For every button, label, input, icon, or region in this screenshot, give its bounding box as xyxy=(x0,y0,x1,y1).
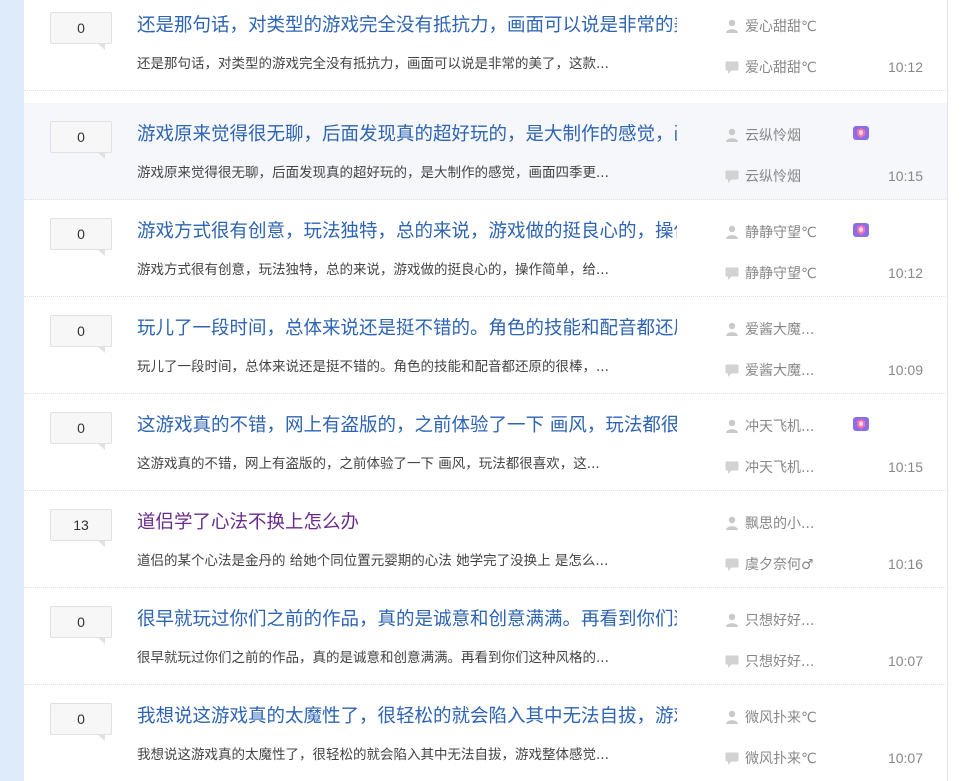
thread-abstract: 玩儿了一段时间，总体来说还是挺不错的。角色的技能和配音都还原的很棒，... xyxy=(137,359,609,375)
last-replier-link[interactable]: 微风扑来℃ xyxy=(745,748,817,768)
comment-icon xyxy=(725,558,739,571)
last-reply: 微风扑来℃ xyxy=(724,748,817,768)
author-name-link[interactable]: 爱酱大魔... xyxy=(745,319,814,339)
thread-author: 爱心甜甜℃ xyxy=(724,16,817,36)
user-icon xyxy=(726,419,738,433)
reply-count-badge: 13 xyxy=(50,509,112,547)
last-replier-link[interactable]: 只想好好... xyxy=(745,651,814,671)
last-reply: 静静守望℃ xyxy=(724,263,817,283)
last-reply: 冲天飞机... xyxy=(724,457,814,477)
thread-author: 飘思的小... xyxy=(724,513,814,533)
comment-icon xyxy=(725,752,739,765)
reply-count-badge: 0 xyxy=(50,218,112,256)
thread-author: 只想好好... xyxy=(724,610,814,630)
reply-count-badge: 0 xyxy=(50,12,112,50)
last-replier-link[interactable]: 爱酱大魔... xyxy=(745,360,814,380)
thread-author: 冲天飞机... xyxy=(724,416,814,436)
reply-count-badge: 0 xyxy=(50,315,112,353)
thread-row[interactable]: 0 玩儿了一段时间，总体来说还是挺不错的。角色的技能和配音都还原 玩儿了一段时间… xyxy=(24,297,947,394)
thread-abstract: 游戏原来觉得很无聊，后面发现真的超好玩的，是大制作的感觉，画面四季更... xyxy=(137,165,609,181)
thread-title-link[interactable]: 还是那句话，对类型的游戏完全没有抵抗力，画面可以说是非常的美 xyxy=(137,12,677,40)
thread-row[interactable]: 0 游戏方式很有创意，玩法独特，总的来说，游戏做的挺良心的，操作 游戏方式很有创… xyxy=(24,200,947,297)
reply-count-badge: 0 xyxy=(50,703,112,741)
thread-title-link[interactable]: 玩儿了一段时间，总体来说还是挺不错的。角色的技能和配音都还原 xyxy=(137,315,677,343)
last-replier-link[interactable]: 冲天飞机... xyxy=(745,457,814,477)
thread-author: 静静守望℃ xyxy=(724,222,817,242)
author-name-link[interactable]: 静静守望℃ xyxy=(745,222,817,242)
comment-icon xyxy=(725,267,739,280)
user-icon xyxy=(726,128,738,142)
user-icon xyxy=(726,516,738,530)
thread-author: 云纵怜烟 xyxy=(724,125,801,145)
author-name-link[interactable]: 飘思的小... xyxy=(745,513,814,533)
author-name-link[interactable]: 爱心甜甜℃ xyxy=(745,16,817,36)
comment-icon xyxy=(725,61,739,74)
thread-title-link[interactable]: 道侣学了心法不换上怎么办 xyxy=(137,509,677,537)
author-name-link[interactable]: 云纵怜烟 xyxy=(745,125,801,145)
thread-abstract: 还是那句话，对类型的游戏完全没有抵抗力，画面可以说是非常的美了，这款... xyxy=(137,56,609,72)
thread-title-link[interactable]: 这游戏真的不错，网上有盗版的，之前体验了一下 画风，玩法都很 xyxy=(137,412,677,440)
thread-list: 0 还是那句话，对类型的游戏完全没有抵抗力，画面可以说是非常的美 还是那句话，对… xyxy=(24,0,948,781)
thread-row[interactable]: 0 还是那句话，对类型的游戏完全没有抵抗力，画面可以说是非常的美 还是那句话，对… xyxy=(24,0,947,91)
last-reply-time: 10:07 xyxy=(887,750,923,766)
author-name-link[interactable]: 微风扑来℃ xyxy=(745,707,817,727)
thread-author: 爱酱大魔... xyxy=(724,319,814,339)
comment-icon xyxy=(725,655,739,668)
last-replier-link[interactable]: 爱心甜甜℃ xyxy=(745,57,817,77)
vip-gem-icon xyxy=(853,126,869,140)
last-reply-time: 10:12 xyxy=(887,59,923,75)
thread-abstract: 很早就玩过你们之前的作品，真的是诚意和创意满满。再看到你们这种风格的... xyxy=(137,650,609,666)
comment-icon xyxy=(725,364,739,377)
thread-title-link[interactable]: 游戏原来觉得很无聊，后面发现真的超好玩的，是大制作的感觉，画 xyxy=(137,121,677,149)
thread-title-link[interactable]: 我想说这游戏真的太魔性了，很轻松的就会陷入其中无法自拔，游戏 xyxy=(137,703,677,731)
last-replier-link[interactable]: 云纵怜烟 xyxy=(745,166,801,186)
comment-icon xyxy=(725,170,739,183)
user-icon xyxy=(726,322,738,336)
thread-row[interactable]: 0 这游戏真的不错，网上有盗版的，之前体验了一下 画风，玩法都很 这游戏真的不错… xyxy=(24,394,947,491)
user-icon xyxy=(726,613,738,627)
last-reply-time: 10:09 xyxy=(887,362,923,378)
last-replier-link[interactable]: 静静守望℃ xyxy=(745,263,817,283)
vip-gem-icon xyxy=(853,223,869,237)
thread-title-link[interactable]: 游戏方式很有创意，玩法独特，总的来说，游戏做的挺良心的，操作 xyxy=(137,218,677,246)
last-reply: 爱心甜甜℃ xyxy=(724,57,817,77)
author-name-link[interactable]: 只想好好... xyxy=(745,610,814,630)
user-icon xyxy=(726,225,738,239)
thread-author: 微风扑来℃ xyxy=(724,707,817,727)
last-replier-link[interactable]: 虞夕奈何♂ xyxy=(745,554,814,574)
thread-title-link[interactable]: 很早就玩过你们之前的作品，真的是诚意和创意满满。再看到你们这 xyxy=(137,606,677,634)
last-reply: 云纵怜烟 xyxy=(724,166,801,186)
last-reply-time: 10:07 xyxy=(887,653,923,669)
last-reply: 爱酱大魔... xyxy=(724,360,814,380)
thread-row[interactable]: 0 游戏原来觉得很无聊，后面发现真的超好玩的，是大制作的感觉，画 游戏原来觉得很… xyxy=(24,103,947,200)
thread-abstract: 道侣的某个心法是金丹的 给她个同位置元婴期的心法 她学完了没换上 是怎么... xyxy=(137,553,609,569)
comment-icon xyxy=(725,461,739,474)
user-icon xyxy=(726,710,738,724)
last-reply-time: 10:15 xyxy=(887,459,923,475)
reply-count-badge: 0 xyxy=(50,121,112,159)
thread-abstract: 游戏方式很有创意，玩法独特，总的来说，游戏做的挺良心的，操作简单，给... xyxy=(137,262,609,278)
last-reply-time: 10:15 xyxy=(887,168,923,184)
last-reply: 只想好好... xyxy=(724,651,814,671)
last-reply: 虞夕奈何♂ xyxy=(724,554,814,574)
thread-abstract: 这游戏真的不错，网上有盗版的，之前体验了一下 画风，玩法都很喜欢，这... xyxy=(137,456,600,472)
author-name-link[interactable]: 冲天飞机... xyxy=(745,416,814,436)
vip-gem-icon xyxy=(853,417,869,431)
user-icon xyxy=(726,19,738,33)
last-reply-time: 10:12 xyxy=(887,265,923,281)
thread-row[interactable]: 0 很早就玩过你们之前的作品，真的是诚意和创意满满。再看到你们这 很早就玩过你们… xyxy=(24,588,947,685)
thread-row[interactable]: 0 我想说这游戏真的太魔性了，很轻松的就会陷入其中无法自拔，游戏 我想说这游戏真… xyxy=(24,685,947,781)
left-sidebar-strip xyxy=(0,0,24,781)
reply-count-badge: 0 xyxy=(50,412,112,450)
last-reply-time: 10:16 xyxy=(887,556,923,572)
thread-abstract: 我想说这游戏真的太魔性了，很轻松的就会陷入其中无法自拔，游戏整体感觉... xyxy=(137,747,609,763)
thread-row[interactable]: 13 道侣学了心法不换上怎么办 道侣的某个心法是金丹的 给她个同位置元婴期的心法… xyxy=(24,491,947,588)
reply-count-badge: 0 xyxy=(50,606,112,644)
